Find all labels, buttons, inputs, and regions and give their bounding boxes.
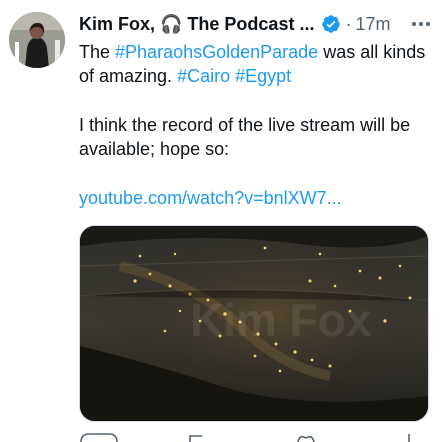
hashtag-cairo[interactable]: #Cairo [177,66,230,86]
hashtag-egypt[interactable]: #Egypt [235,66,291,86]
parade-photo: Kim Fox [80,226,428,421]
more-options-icon [412,22,430,26]
youtube-link[interactable]: youtube.com/watch?v=bnlXW7... [79,188,342,208]
author-name[interactable]: Kim Fox, 🎧 The Podcast ... [79,14,341,35]
retweet-icon[interactable] [182,428,222,442]
hashtag-pharaohsgoldenparade[interactable]: #PharaohsGoldenParade [115,42,318,62]
reply-icon[interactable] [79,428,119,442]
more-options-button[interactable] [409,12,433,36]
paragraph-3: youtube.com/watch?v=bnlXW7... [79,186,435,210]
verified-badge-icon [322,15,341,33]
like-icon[interactable] [286,428,326,442]
text-segment: The [79,42,116,62]
svg-text:Kim Fox: Kim Fox [190,294,372,346]
separator-dot: · [345,13,352,34]
paragraph-1: The #PharaohsGoldenParade was all kinds … [79,40,435,88]
tweet-header: Kim Fox, 🎧 The Podcast ... · 17m [79,12,433,36]
author-name-text[interactable]: Kim Fox, 🎧 The Podcast ... [79,14,314,35]
tweet-actions [79,428,429,442]
tweet-text: The #PharaohsGoldenParade was all kinds … [79,40,435,210]
timestamp[interactable]: 17m [355,14,390,35]
share-icon[interactable] [389,428,429,442]
paragraph-2: I think the record of the live stream wi… [79,115,411,159]
media-image[interactable]: Kim Fox [79,225,429,422]
avatar[interactable] [9,12,65,68]
